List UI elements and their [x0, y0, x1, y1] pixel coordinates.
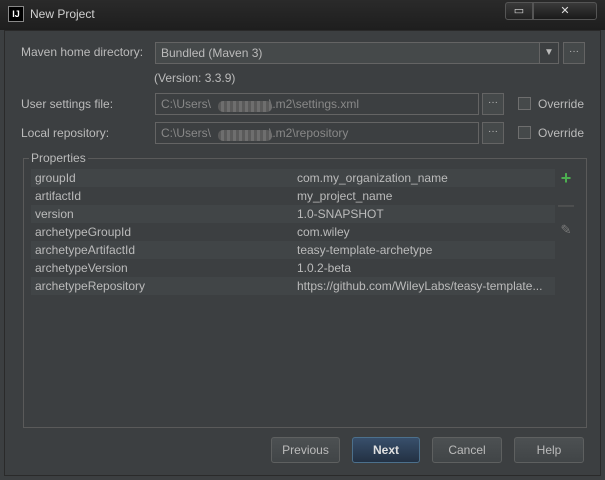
previous-button[interactable]: Previous: [271, 437, 340, 463]
add-property-icon[interactable]: +: [557, 169, 575, 187]
table-row[interactable]: artifactId my_project_name: [31, 187, 555, 205]
property-value[interactable]: https://github.com/WileyLabs/teasy-templ…: [297, 279, 553, 293]
property-value[interactable]: 1.0.2-beta: [297, 261, 553, 275]
property-key: groupId: [35, 171, 76, 185]
table-row[interactable]: archetypeRepository https://github.com/W…: [31, 277, 555, 295]
user-settings-label: User settings file:: [21, 97, 114, 111]
close-icon[interactable]: ✕: [533, 2, 597, 20]
local-repository-label: Local repository:: [21, 126, 110, 140]
maven-version-text: (Version: 3.3.9): [154, 71, 236, 85]
property-key: version: [35, 207, 74, 221]
property-value[interactable]: com.my_organization_name: [297, 171, 553, 185]
user-settings-override-checkbox[interactable]: [518, 97, 531, 110]
new-project-dialog: Maven home directory: Bundled (Maven 3) …: [4, 30, 601, 476]
property-value[interactable]: 1.0-SNAPSHOT: [297, 207, 553, 221]
property-value[interactable]: my_project_name: [297, 189, 553, 203]
restore-window-icon[interactable]: ▭: [505, 2, 533, 20]
properties-title: Properties: [29, 151, 88, 165]
user-settings-value: C:\Users\ \.m2\settings.xml: [161, 97, 360, 112]
local-repository-browse-button[interactable]: ···: [482, 122, 504, 144]
property-value[interactable]: teasy-template-archetype: [297, 243, 553, 257]
local-repository-override-label: Override: [538, 126, 585, 140]
maven-home-label: Maven home directory:: [21, 45, 144, 59]
cancel-button[interactable]: Cancel: [432, 437, 502, 463]
redacted-username: [218, 130, 273, 141]
property-key: archetypeGroupId: [35, 225, 132, 239]
window-titlebar: IJ New Project ▭ ✕: [0, 0, 605, 30]
help-button[interactable]: Help: [514, 437, 584, 463]
local-repository-field[interactable]: C:\Users\ \.m2\repository: [155, 122, 479, 144]
user-settings-override-label: Override: [538, 97, 585, 111]
next-button[interactable]: Next: [352, 437, 420, 463]
table-row[interactable]: archetypeVersion 1.0.2-beta: [31, 259, 555, 277]
properties-table: groupId com.my_organization_name artifac…: [31, 169, 555, 424]
local-repository-value: C:\Users\ \.m2\repository: [161, 126, 349, 141]
table-row[interactable]: version 1.0-SNAPSHOT: [31, 205, 555, 223]
user-settings-field[interactable]: C:\Users\ \.m2\settings.xml: [155, 93, 479, 115]
table-row[interactable]: archetypeArtifactId teasy-template-arche…: [31, 241, 555, 259]
window-title: New Project: [30, 7, 95, 21]
property-key: archetypeVersion: [35, 261, 128, 275]
edit-property-icon[interactable]: ✎: [557, 221, 575, 239]
property-key: archetypeRepository: [35, 279, 146, 293]
redacted-username: [218, 101, 273, 112]
table-row[interactable]: archetypeGroupId com.wiley: [31, 223, 555, 241]
table-row[interactable]: groupId com.my_organization_name: [31, 169, 555, 187]
chevron-down-icon[interactable]: ▼: [539, 43, 558, 63]
maven-home-value: Bundled (Maven 3): [161, 46, 263, 60]
property-value[interactable]: com.wiley: [297, 225, 553, 239]
maven-home-browse-button[interactable]: ···: [563, 42, 585, 64]
local-repository-override-checkbox[interactable]: [518, 126, 531, 139]
property-key: artifactId: [35, 189, 82, 203]
property-key: archetypeArtifactId: [35, 243, 136, 257]
remove-property-icon[interactable]: —: [557, 197, 575, 215]
maven-home-dropdown[interactable]: Bundled (Maven 3) ▼: [155, 42, 559, 64]
user-settings-browse-button[interactable]: ···: [482, 93, 504, 115]
intellij-icon: IJ: [8, 6, 24, 22]
